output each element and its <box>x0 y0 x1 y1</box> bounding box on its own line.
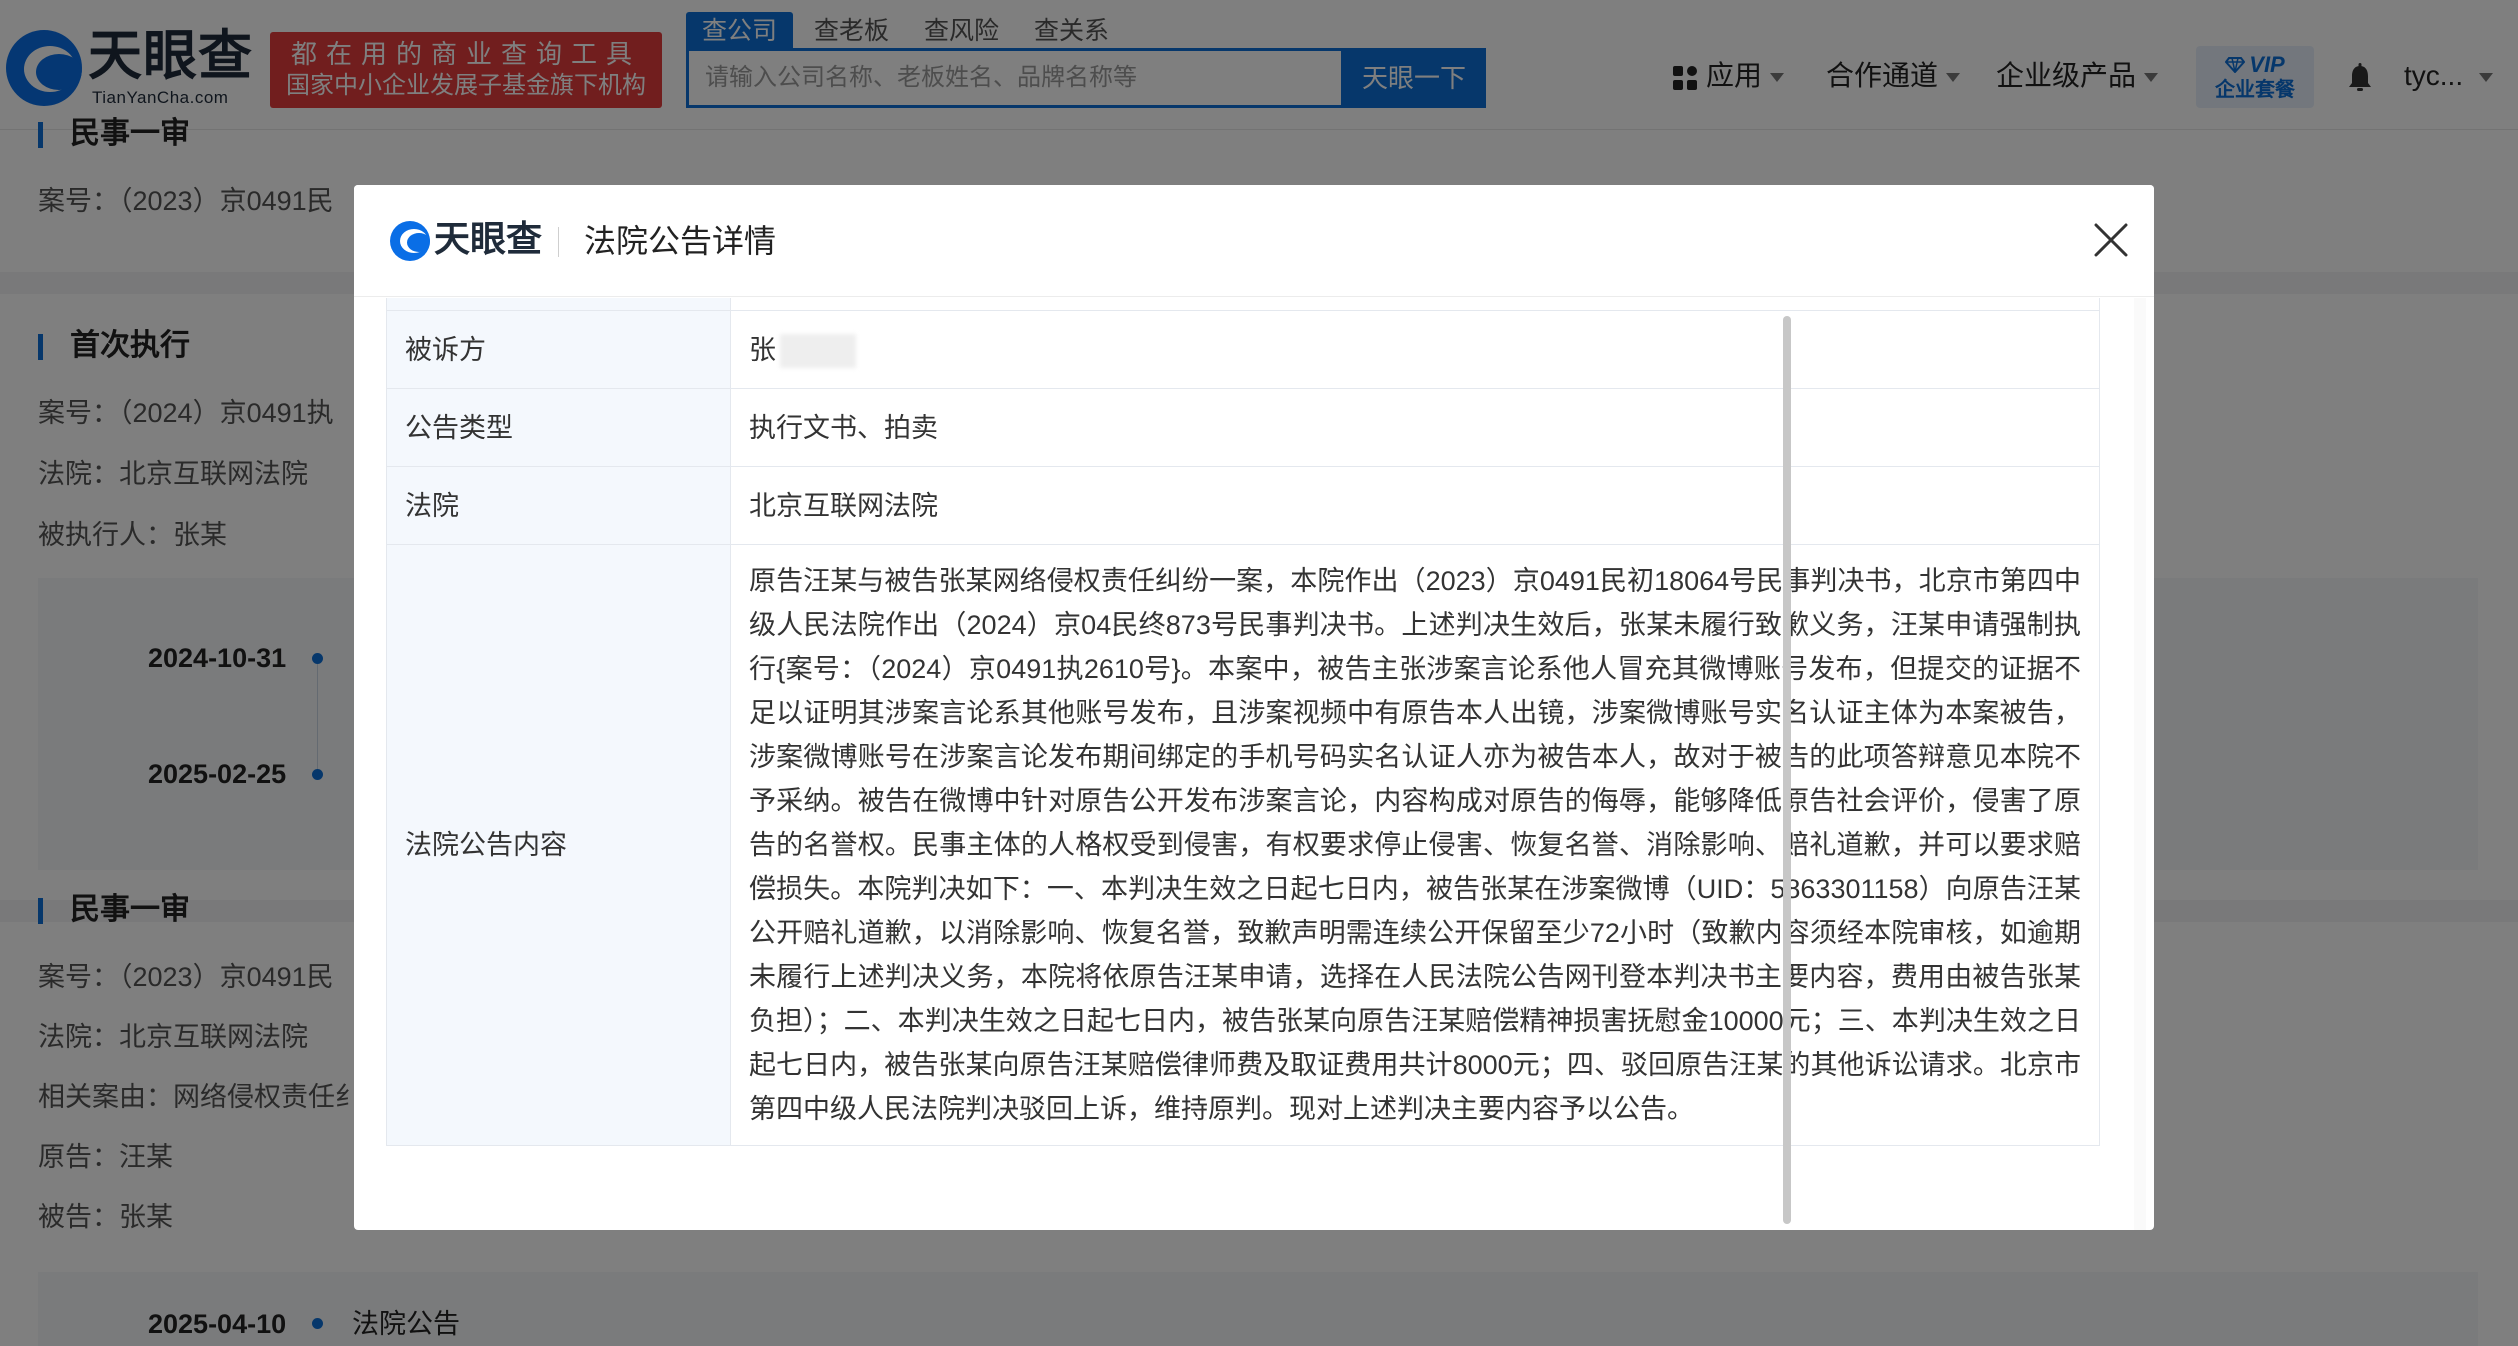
modal-title: 法院公告详情 <box>584 223 777 259</box>
modal-header: 天眼查 法院公告详情 <box>354 185 2154 297</box>
row-label-content: 法院公告内容 <box>386 544 731 1146</box>
modal-logo-text: 天眼查 <box>434 219 543 260</box>
row-label-defendant: 被诉方 <box>386 310 731 389</box>
table-row: 法院 北京互联网法院 <box>386 466 2100 545</box>
divider <box>558 227 559 257</box>
table-cell <box>386 298 731 311</box>
row-label-court: 法院 <box>386 466 731 545</box>
scrollbar-track[interactable] <box>2134 298 2146 1230</box>
table-cell <box>730 298 2100 311</box>
table-row: 被诉方 张 <box>386 310 2100 389</box>
close-icon[interactable] <box>2090 219 2132 261</box>
modal-body: 被诉方 张 公告类型 执行文书、拍卖 法院 北京互联网法院 法院公告内容 原告汪… <box>354 298 2154 1230</box>
row-value-court: 北京互联网法院 <box>730 466 2100 545</box>
tianyancha-logo-icon <box>390 221 430 261</box>
row-value-defendant: 张 <box>730 310 2100 389</box>
redacted-name <box>780 334 856 369</box>
court-notice-modal: 天眼查 法院公告详情 被诉方 张 公告类型 执行文书、拍卖 法院 北京互联网法院… <box>354 185 2154 1230</box>
scrollbar-thumb[interactable] <box>1783 316 1791 1224</box>
row-value-type: 执行文书、拍卖 <box>730 388 2100 467</box>
table-row: 法院公告内容 原告汪某与被告张某网络侵权责任纠纷一案，本院作出（2023）京04… <box>386 544 2100 1146</box>
defendant-name: 张 <box>749 334 776 365</box>
row-value-content: 原告汪某与被告张某网络侵权责任纠纷一案，本院作出（2023）京0491民初180… <box>730 544 2100 1146</box>
notice-detail-table: 被诉方 张 公告类型 执行文书、拍卖 法院 北京互联网法院 法院公告内容 原告汪… <box>386 298 2100 1146</box>
table-row <box>386 298 2100 311</box>
table-row: 公告类型 执行文书、拍卖 <box>386 388 2100 467</box>
row-label-type: 公告类型 <box>386 388 731 467</box>
